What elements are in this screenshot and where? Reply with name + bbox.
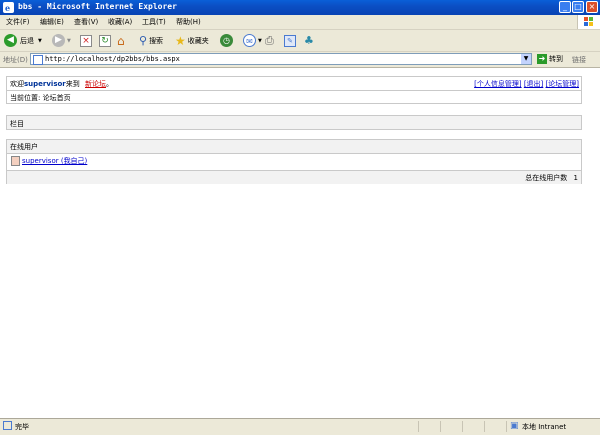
menu-view[interactable]: 查看(V) [74, 17, 98, 27]
status-pane-2 [440, 421, 461, 432]
address-dropdown-icon[interactable]: ▼ [521, 54, 531, 64]
star-icon: ★ [175, 33, 186, 48]
toolbar: ◀ 后退 ▼ ▶ ▼ × ↻ ⌂ ⚲ 搜索 ★ 收藏夹 ◷ ✉ ▼ ⎙ ✎ ♣ [0, 30, 600, 52]
status-text: 完毕 [15, 423, 29, 431]
page-icon [33, 55, 43, 65]
welcome-text: 欢迎supervisor来到 新论坛。 [10, 79, 113, 89]
go-button[interactable]: ➜ 转到 [537, 54, 563, 64]
online-total-label: 总在线用户数 [525, 174, 568, 182]
edit-icon: ✎ [284, 34, 296, 47]
welcome-mid: 来到 [65, 80, 80, 88]
go-arrow-icon: ➜ [537, 54, 547, 64]
online-user-item: supervisor (我自己) [11, 156, 87, 166]
stop-button[interactable]: × [80, 33, 92, 48]
columns-panel: 栏目 [6, 115, 582, 130]
title-bar: e bbs - Microsoft Internet Explorer _ □ … [0, 0, 600, 15]
online-users-header-row: 在线用户 [7, 140, 581, 154]
online-users-panel: 在线用户 supervisor (我自己) 总在线用户数 1 [6, 139, 582, 184]
status-pane-1 [418, 421, 439, 432]
welcome-suffix: 。 [106, 80, 113, 88]
minimize-button[interactable]: _ [559, 1, 571, 13]
favorites-label: 收藏夹 [187, 36, 209, 45]
page-status-icon [3, 421, 12, 430]
forward-button[interactable]: ▶ ▼ [52, 33, 71, 48]
messenger-icon: ♣ [304, 34, 314, 47]
back-dropdown-icon[interactable]: ▼ [38, 38, 42, 44]
back-label: 后退 [20, 36, 34, 45]
current-user: supervisor [24, 80, 66, 88]
home-button[interactable]: ⌂ [117, 33, 125, 48]
print-button[interactable]: ⎙ [265, 33, 274, 48]
welcome-row: 欢迎supervisor来到 新论坛。 [个人信息管理] [退出] [论坛管理] [7, 77, 581, 91]
search-icon: ⚲ [139, 34, 148, 47]
mail-button[interactable]: ✉ ▼ [243, 33, 262, 48]
refresh-button[interactable]: ↻ [99, 33, 111, 48]
welcome-panel: 欢迎supervisor来到 新论坛。 [个人信息管理] [退出] [论坛管理]… [6, 76, 582, 104]
status-bar: 完毕 ▣ 本地 Intranet [0, 418, 600, 435]
home-icon: ⌂ [117, 33, 125, 48]
welcome-prefix: 欢迎 [10, 80, 24, 88]
forum-admin-link[interactable]: [论坛管理] [546, 80, 579, 88]
address-bar: 地址(D) http://localhost/dp2bbs/bbs.aspx ▼… [0, 52, 600, 68]
window-title: bbs - Microsoft Internet Explorer [18, 2, 177, 11]
ie-logo-icon: e [3, 2, 14, 13]
forward-arrow-icon: ▶ [52, 34, 65, 47]
history-icon: ◷ [220, 34, 233, 47]
menu-favorites[interactable]: 收藏(A) [108, 17, 132, 27]
back-arrow-icon: ◀ [4, 34, 17, 47]
forward-dropdown-icon[interactable]: ▼ [67, 38, 71, 44]
user-icon [11, 156, 20, 166]
zone-text: 本地 Intranet [522, 423, 567, 431]
breadcrumb: 当前位置: 论坛首页 [10, 94, 71, 102]
logout-link[interactable]: [退出] [524, 80, 543, 88]
menu-edit[interactable]: 编辑(E) [40, 17, 64, 27]
search-button[interactable]: ⚲ 搜索 [139, 33, 163, 48]
page-content: 欢迎supervisor来到 新论坛。 [个人信息管理] [退出] [论坛管理]… [0, 68, 600, 417]
stop-icon: × [80, 34, 92, 47]
columns-header: 栏目 [10, 120, 24, 128]
online-total-row: 总在线用户数 1 [7, 170, 581, 184]
messenger-button[interactable]: ♣ [304, 33, 314, 48]
mail-dropdown-icon[interactable]: ▼ [258, 38, 262, 44]
online-user-link[interactable]: supervisor (我自己) [22, 156, 87, 166]
status-pane-3 [462, 421, 483, 432]
back-button[interactable]: ◀ 后退 ▼ [4, 33, 42, 48]
refresh-icon: ↻ [99, 34, 111, 47]
mail-icon: ✉ [243, 34, 256, 47]
maximize-button[interactable]: □ [572, 1, 584, 13]
menu-tools[interactable]: 工具(T) [142, 17, 166, 27]
account-links: [个人信息管理] [退出] [论坛管理] [474, 79, 579, 89]
zone-icon: ▣ [510, 421, 519, 431]
print-icon: ⎙ [265, 33, 274, 47]
address-url: http://localhost/dp2bbs/bbs.aspx [45, 55, 180, 63]
menu-bar: 文件(F) 编辑(E) 查看(V) 收藏(A) 工具(T) 帮助(H) [0, 15, 600, 30]
address-input[interactable]: http://localhost/dp2bbs/bbs.aspx ▼ [30, 53, 532, 65]
online-total: 总在线用户数 1 [525, 173, 578, 183]
close-button[interactable]: × [586, 1, 598, 13]
edit-button[interactable]: ✎ [284, 33, 296, 48]
menu-file[interactable]: 文件(F) [6, 17, 30, 27]
forum-name-link[interactable]: 新论坛 [85, 80, 106, 88]
history-button[interactable]: ◷ [220, 33, 233, 48]
status-pane-4 [484, 421, 505, 432]
online-total-count: 1 [573, 174, 578, 182]
go-label: 转到 [549, 55, 563, 63]
menu-help[interactable]: 帮助(H) [176, 17, 201, 27]
favorites-button[interactable]: ★ 收藏夹 [175, 33, 209, 48]
windows-logo-icon [577, 15, 600, 29]
zone-pane: ▣ 本地 Intranet [506, 421, 597, 432]
links-label[interactable]: 链接 [572, 55, 586, 65]
online-users-header: 在线用户 [10, 143, 38, 151]
address-label: 地址(D) [3, 56, 28, 64]
profile-link[interactable]: [个人信息管理] [474, 80, 521, 88]
search-label: 搜索 [149, 36, 164, 45]
